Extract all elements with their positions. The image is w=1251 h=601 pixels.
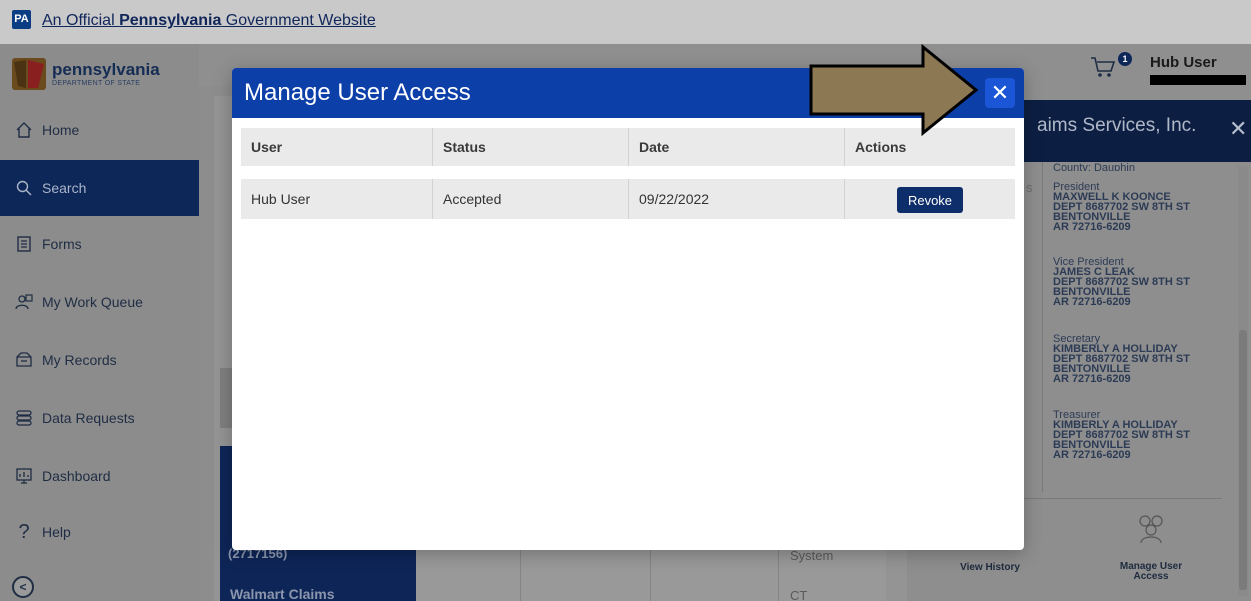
cart-icon[interactable]: [1089, 54, 1117, 80]
home-icon: [14, 120, 34, 140]
records-icon: [14, 350, 34, 370]
revoke-button[interactable]: Revoke: [897, 187, 963, 213]
sidebar-item-label: Data Requests: [42, 410, 135, 426]
sidebar-item-search[interactable]: Search: [0, 160, 199, 216]
modal-title: Manage User Access: [244, 79, 471, 106]
table-row: Hub User Accepted 09/22/2022 Revoke: [241, 179, 1015, 219]
column-header-status: Status: [433, 128, 629, 166]
official-site-banner: PA An Official Pennsylvania Government W…: [0, 0, 1251, 44]
sidebar-item-label: My Records: [42, 352, 117, 368]
manage-user-access-button[interactable]: Manage User Access: [1110, 562, 1192, 582]
official-site-text-after: Government Website: [221, 12, 376, 29]
manage-user-access-modal: Manage User Access ✕ User Status Date Ac…: [232, 68, 1024, 550]
annotation-arrow-icon: [808, 43, 980, 137]
help-icon: ?: [18, 520, 30, 543]
background-s-text: s: [1026, 180, 1033, 195]
sidebar-item-my-work-queue[interactable]: My Work Queue: [0, 274, 199, 330]
officer-zip: AR 72716-6209: [1053, 221, 1131, 233]
sidebar-item-label: Forms: [42, 236, 82, 252]
work-queue-icon: [14, 292, 34, 312]
cell-user: Hub User: [241, 179, 433, 219]
view-history-button[interactable]: View History: [950, 562, 1030, 573]
cart-count-badge: 1: [1118, 52, 1132, 66]
redacted-bar: [1150, 75, 1246, 85]
background-entity-name: Walmart Claims: [230, 586, 335, 601]
officer-vice-president: Vice President JAMES C LEAK DEPT 8687702…: [1053, 257, 1190, 308]
keystone-logo-icon: [12, 58, 46, 90]
close-modal-button[interactable]: ✕: [985, 78, 1015, 108]
dashboard-icon: [14, 466, 34, 486]
users-group-icon[interactable]: [1131, 510, 1171, 546]
detail-panel-scroll-thumb[interactable]: [1239, 330, 1247, 590]
officer-president: President MAXWELL K KOONCE DEPT 8687702 …: [1053, 182, 1190, 233]
brand-name: pennsylvania: [52, 60, 160, 79]
sidebar-item-data-requests[interactable]: Data Requests: [0, 390, 199, 446]
officer-zip: AR 72716-6209: [1053, 296, 1131, 308]
background-ct-text: CT: [790, 588, 808, 601]
sidebar-item-dashboard[interactable]: Dashboard: [0, 448, 199, 504]
cell-status: Accepted: [433, 179, 629, 219]
sidebar-item-label: Home: [42, 122, 80, 138]
officer-treasurer: Treasurer KIMBERLY A HOLLIDAY DEPT 86877…: [1053, 410, 1190, 461]
officer-zip: AR 72716-6209: [1053, 373, 1131, 385]
database-icon: [14, 408, 34, 428]
officer-zip: AR 72716-6209: [1053, 449, 1131, 461]
sidebar-item-label: My Work Queue: [42, 294, 143, 310]
manage-access-label-line2: Access: [1133, 571, 1169, 582]
brand-subtitle: DEPARTMENT OF STATE: [52, 80, 141, 87]
official-site-text-bold: Pennsylvania: [119, 12, 222, 29]
collapse-sidebar-button[interactable]: <: [12, 576, 34, 598]
sidebar-item-forms[interactable]: Forms: [0, 216, 199, 272]
cell-date: 09/22/2022: [629, 179, 845, 219]
sidebar-item-help[interactable]: ? Help: [0, 504, 199, 560]
officer-secretary: Secretary KIMBERLY A HOLLIDAY DEPT 86877…: [1053, 334, 1190, 385]
pa-badge-icon: PA: [12, 10, 31, 29]
column-header-user: User: [241, 128, 433, 166]
official-site-link[interactable]: An Official Pennsylvania Government Webs…: [42, 12, 376, 30]
sidebar-item-label: Help: [42, 524, 71, 540]
county-text: County: Dauphin: [1053, 162, 1135, 171]
sidebar-item-label: Dashboard: [42, 468, 111, 484]
sidebar-item-home[interactable]: Home: [0, 102, 199, 158]
sidebar-item-my-records[interactable]: My Records: [0, 332, 199, 388]
search-icon: [14, 178, 34, 198]
forms-icon: [14, 234, 34, 254]
close-detail-icon[interactable]: ✕: [1229, 116, 1247, 142]
official-site-text-before: An Official: [42, 12, 120, 29]
background-system-text: System: [790, 548, 834, 563]
sidebar-item-label: Search: [42, 180, 87, 196]
user-menu[interactable]: Hub User: [1150, 54, 1217, 71]
brand-logo[interactable]: pennsylvania DEPARTMENT OF STATE: [12, 58, 192, 92]
entity-detail-title: aims Services, Inc.: [1037, 115, 1197, 136]
panel-divider: [1042, 162, 1043, 492]
